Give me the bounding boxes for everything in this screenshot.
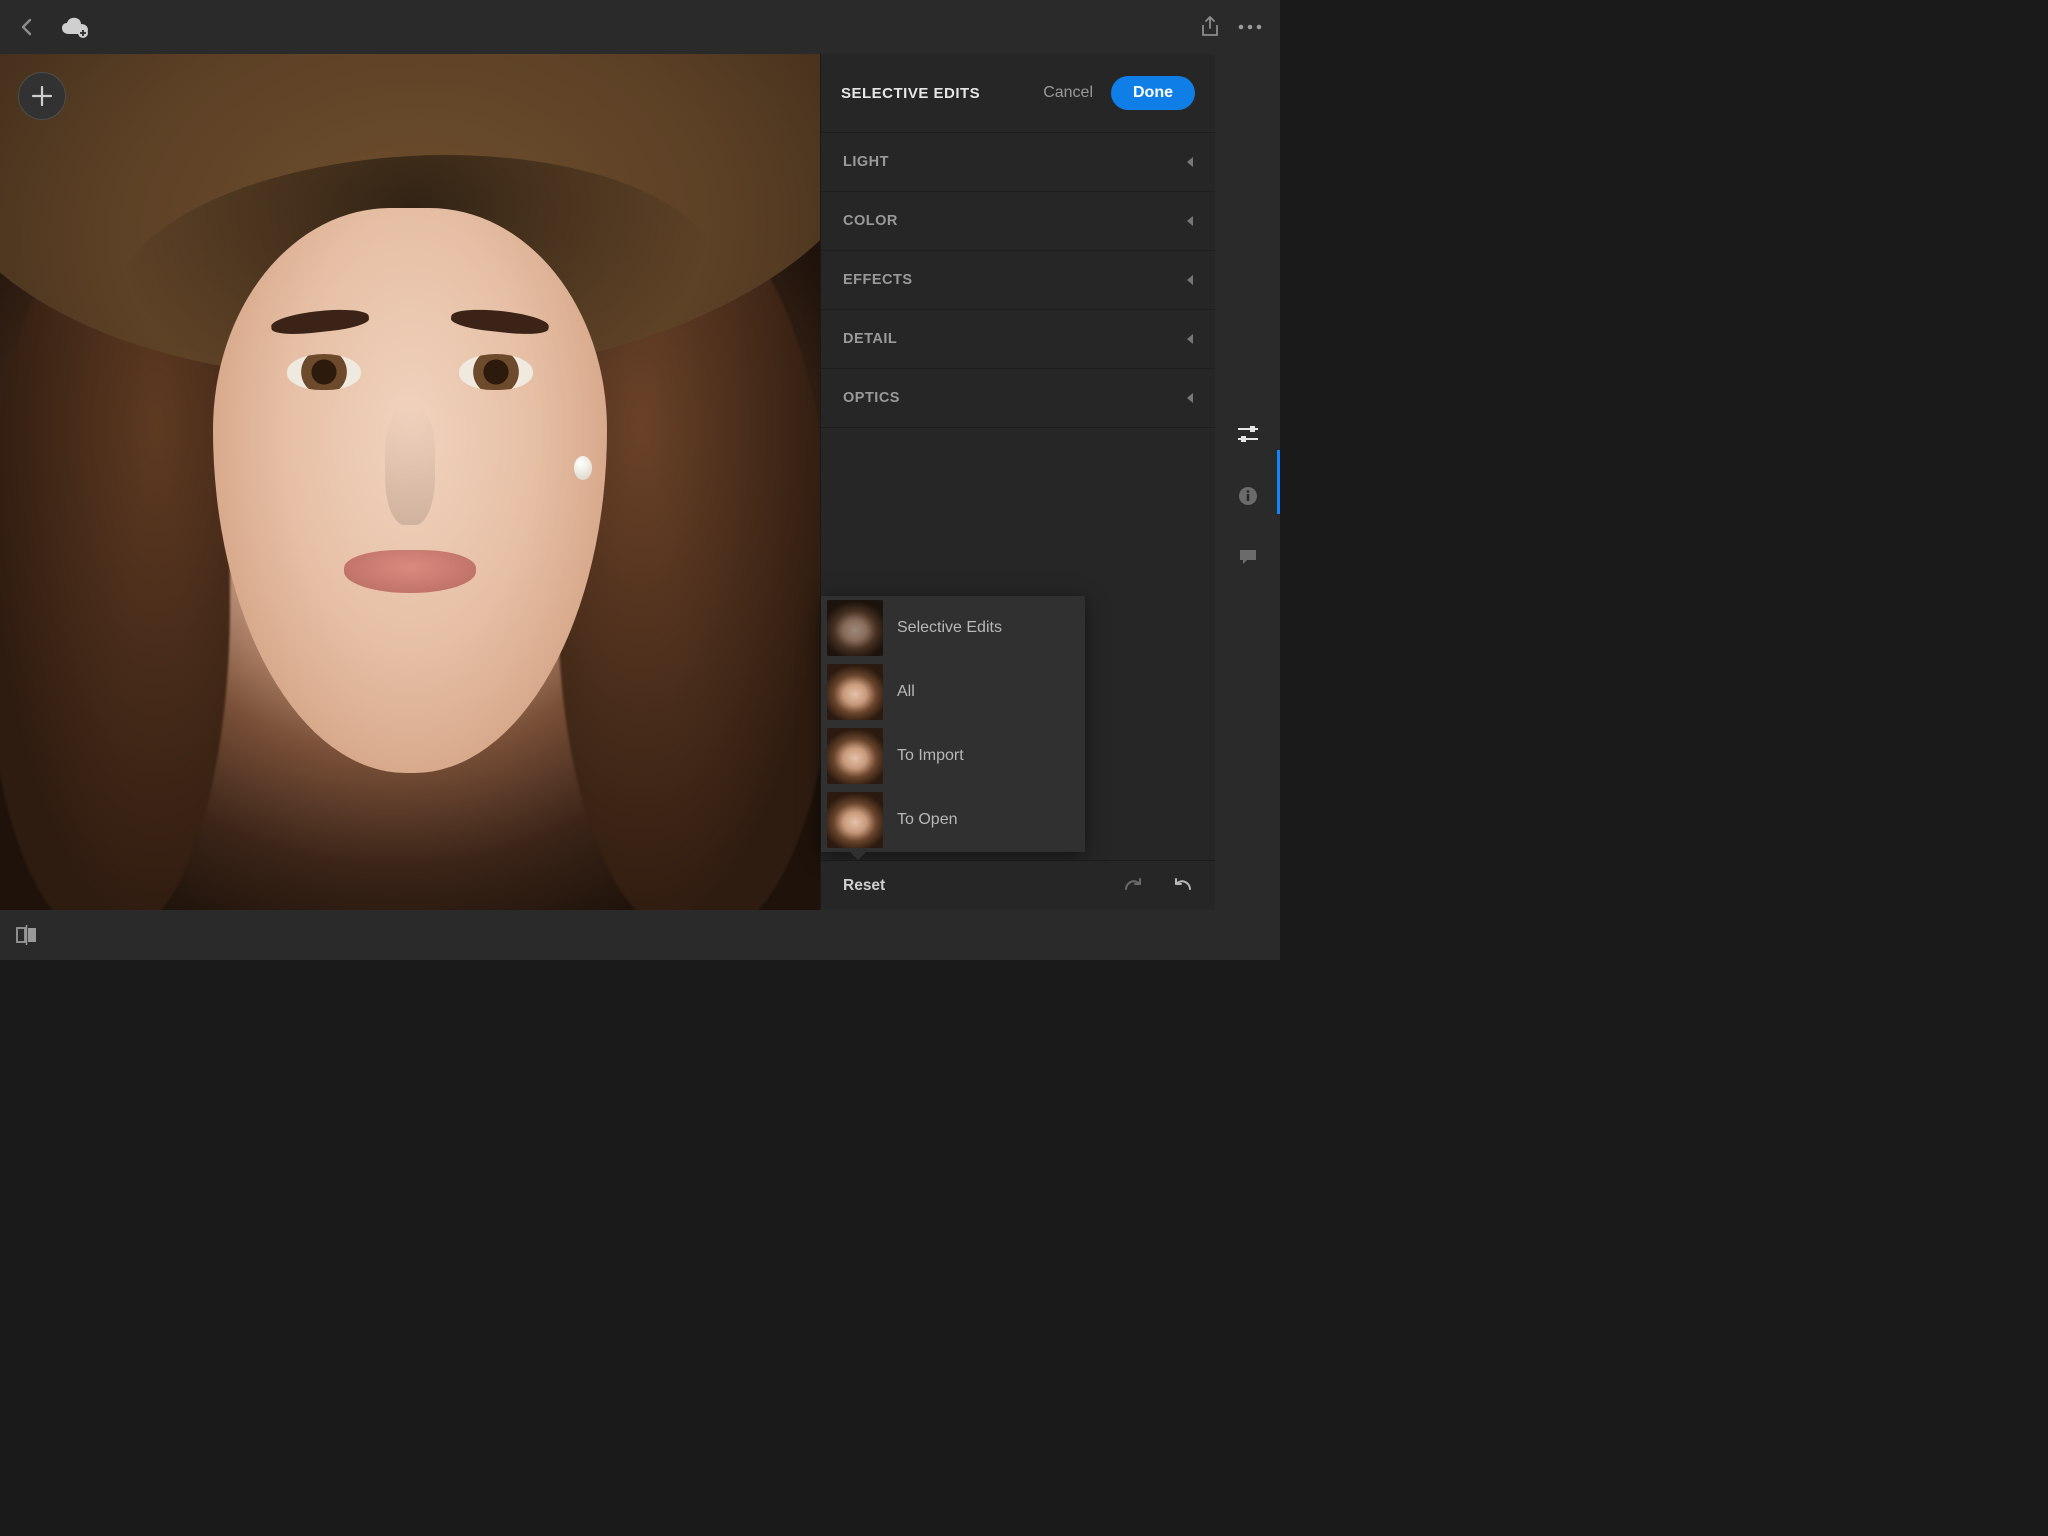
section-color[interactable]: COLOR [821,192,1215,251]
share-icon [1200,16,1220,38]
reset-option-label: To Open [897,811,957,829]
undo-button[interactable] [1171,877,1193,895]
reset-option-to-import[interactable]: To Import [821,724,1085,788]
preview-thumbnail [827,600,883,656]
preview-thumbnail [827,792,883,848]
chevron-left-icon [1187,334,1193,344]
chevron-left-icon [1187,393,1193,403]
redo-button[interactable] [1123,877,1145,895]
adjust-tool[interactable] [1237,424,1259,444]
section-label: EFFECTS [843,272,913,288]
info-icon [1238,486,1258,506]
cloud-plus-icon [60,16,90,38]
preview-thumbnail [827,728,883,784]
back-button[interactable] [18,18,36,36]
active-tool-indicator [1277,450,1280,514]
edited-photo [0,54,820,910]
bottom-toolbar [0,910,1280,960]
edit-panel: SELECTIVE EDITS Cancel Done LIGHT COLOR … [820,54,1215,910]
top-toolbar [0,0,1280,54]
section-effects[interactable]: EFFECTS [821,251,1215,310]
reset-option-all[interactable]: All [821,660,1085,724]
reset-option-to-open[interactable]: To Open [821,788,1085,852]
compare-icon [16,925,38,945]
section-detail[interactable]: DETAIL [821,310,1215,369]
panel-footer: Reset [821,860,1215,910]
info-tool[interactable] [1238,486,1258,506]
reset-option-label: To Import [897,747,964,765]
section-label: LIGHT [843,154,889,170]
section-light[interactable]: LIGHT [821,132,1215,192]
done-button[interactable]: Done [1111,76,1195,110]
reset-option-label: Selective Edits [897,619,1002,637]
image-canvas[interactable] [0,54,820,910]
share-button[interactable] [1200,16,1220,38]
cloud-add-button[interactable] [60,16,90,38]
section-label: COLOR [843,213,898,229]
chevron-left-icon [1187,216,1193,226]
chevron-left-icon [1187,275,1193,285]
cancel-button[interactable]: Cancel [1043,84,1093,102]
chevron-left-icon [18,18,36,36]
section-label: DETAIL [843,331,897,347]
preview-thumbnail [827,664,883,720]
chevron-left-icon [1187,157,1193,167]
panel-title: SELECTIVE EDITS [841,85,1025,102]
sliders-icon [1237,424,1259,444]
redo-icon [1123,877,1145,895]
compare-button[interactable] [16,925,38,945]
add-selection-button[interactable] [18,72,66,120]
more-button[interactable] [1238,24,1262,30]
reset-popup: Selective Edits All To Import To Open [821,596,1085,852]
plus-icon [31,85,53,107]
section-label: OPTICS [843,390,900,406]
comment-icon [1238,548,1258,566]
reset-option-label: All [897,683,915,701]
reset-option-selective-edits[interactable]: Selective Edits [821,596,1085,660]
ellipsis-icon [1238,24,1262,30]
section-optics[interactable]: OPTICS [821,369,1215,428]
right-tool-rail [1215,54,1280,910]
undo-icon [1171,877,1193,895]
reset-button[interactable]: Reset [843,877,885,895]
comment-tool[interactable] [1238,548,1258,566]
